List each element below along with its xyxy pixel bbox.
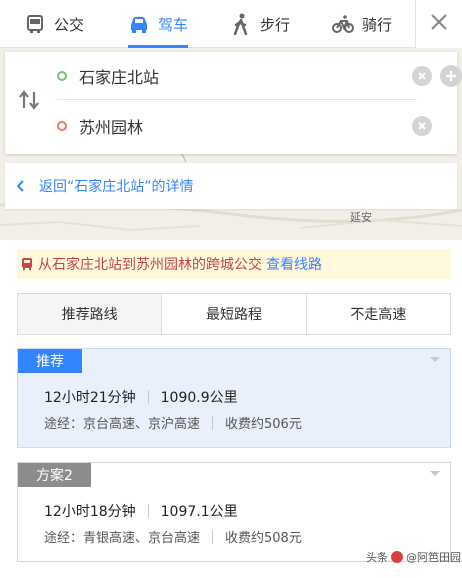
plan-toll: 收费约506元	[225, 417, 302, 432]
watermark-prefix: 头条	[366, 551, 388, 564]
plan-duration: 12小时21分钟	[44, 390, 136, 406]
plan-tag: 推荐	[18, 349, 82, 373]
expand-arrow-icon	[430, 357, 440, 362]
transport-mode-bar: 公交 驾车 步行 骑行	[0, 0, 415, 48]
plan-summary: 12小时21分钟 1090.9公里	[44, 387, 238, 407]
tab-bike-label: 骑行	[362, 15, 393, 34]
route-plan-1[interactable]: 推荐 12小时21分钟 1090.9公里 途经：京台高速、京沪高速 收费约506…	[17, 348, 451, 448]
plan-toll: 收费约508元	[225, 531, 302, 546]
back-link-text: 返回“石家庄北站”的详情	[39, 179, 194, 195]
bus-icon	[21, 257, 33, 271]
tab-walk[interactable]: 步行	[230, 0, 290, 48]
plan-via: 途经：青银高速、京台高速	[44, 531, 201, 546]
start-location-text: 石家庄北站	[79, 67, 160, 87]
tab-walk-label: 步行	[260, 15, 291, 34]
clear-start-icon[interactable]	[412, 66, 432, 86]
watermark-logo-icon	[391, 551, 403, 563]
map-place-label: 延安	[350, 211, 372, 224]
watermark: 头条 @阿笆田园	[366, 549, 461, 565]
tab-bus-label: 公交	[54, 15, 85, 34]
plan-details: 途经：青银高速、京台高速 收费约508元	[44, 527, 302, 546]
end-location-field[interactable]: 苏州园林	[57, 102, 432, 150]
clear-end-icon[interactable]	[412, 116, 432, 136]
view-routes-link[interactable]: 查看线路	[266, 254, 322, 274]
end-dot-icon	[57, 121, 67, 131]
tab-car[interactable]: 驾车	[128, 0, 189, 48]
plan-summary: 12小时18分钟 1097.1公里	[44, 501, 238, 521]
back-to-details-link[interactable]: 返回“石家庄北站”的详情	[5, 163, 457, 209]
start-dot-icon	[57, 70, 67, 81]
tab-bike[interactable]: 骑行	[332, 0, 392, 48]
end-location-text: 苏州园林	[79, 118, 144, 137]
chevron-left-icon	[17, 180, 25, 192]
start-location-field[interactable]: 石家庄北站	[57, 52, 462, 100]
close-icon	[430, 13, 448, 35]
divider	[212, 529, 214, 544]
plan-details: 途经：京台高速、京沪高速 收费约506元	[44, 413, 302, 432]
route-plan-2[interactable]: 方案2 12小时18分钟 1097.1公里 途经：青银高速、京台高速 收费约50…	[17, 462, 451, 562]
plan-tag: 方案2	[18, 463, 91, 487]
route-search-card: 石家庄北站 苏州园林	[5, 52, 462, 154]
walk-icon	[230, 13, 252, 35]
car-icon	[128, 13, 150, 35]
bike-icon	[332, 13, 354, 35]
notice-text: 从石家庄北站到苏州园林的跨城公交	[38, 257, 262, 273]
divider	[212, 415, 214, 430]
close-button[interactable]	[415, 0, 462, 48]
tab-bus[interactable]: 公交	[24, 0, 84, 48]
tab-avoid-highway[interactable]: 不走高速	[305, 294, 450, 334]
plan-distance: 1090.9公里	[160, 390, 238, 406]
add-waypoint-icon[interactable]	[440, 65, 462, 87]
tab-recommended[interactable]: 推荐路线	[18, 294, 162, 334]
plan-via: 途经：京台高速、京沪高速	[44, 417, 201, 432]
swap-button[interactable]	[16, 90, 42, 114]
tab-shortest[interactable]: 最短路程	[161, 294, 306, 334]
expand-arrow-icon	[430, 471, 440, 476]
bus-icon	[24, 13, 46, 35]
plan-duration: 12小时18分钟	[44, 504, 136, 520]
swap-icon	[17, 90, 41, 114]
route-preference-tabs: 推荐路线 最短路程 不走高速	[17, 293, 451, 335]
tab-car-label: 驾车	[158, 15, 189, 34]
divider	[147, 504, 149, 518]
plan-distance: 1097.1公里	[160, 504, 238, 520]
intercity-bus-notice: 从石家庄北站到苏州园林的跨城公交 查看线路	[17, 249, 451, 279]
watermark-name: @阿笆田园	[406, 551, 461, 564]
route-results-panel: 从石家庄北站到苏州园林的跨城公交 查看线路 推荐路线 最短路程 不走高速 推荐 …	[0, 240, 462, 578]
divider	[147, 390, 149, 404]
